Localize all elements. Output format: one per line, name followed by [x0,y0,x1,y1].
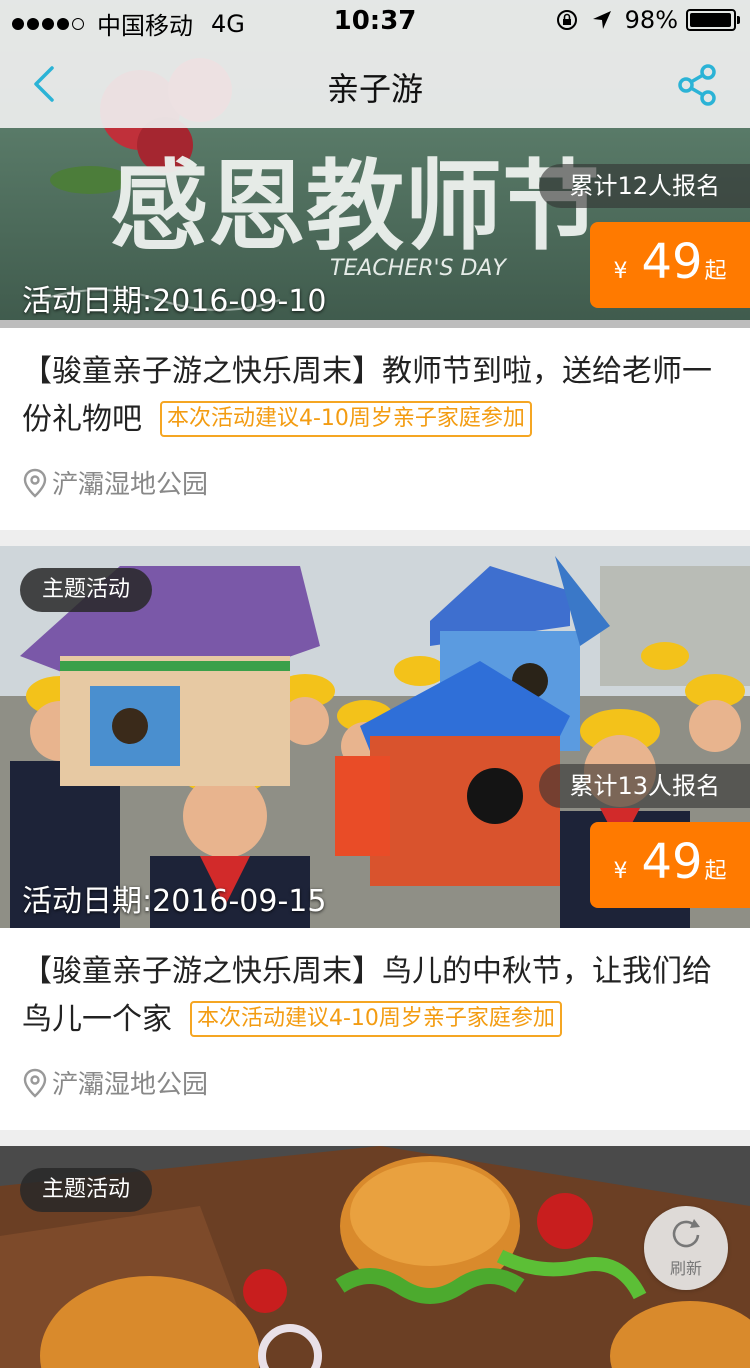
activity-feed: 感恩教师节 TEACHER'S DAY 累计12人报名 ¥ 49 起 活动日期:… [0,0,750,1368]
age-recommendation-tag: 本次活动建议4-10周岁亲子家庭参加 [190,1001,562,1037]
refresh-button[interactable]: 刷新 [644,1206,728,1290]
currency-symbol: ¥ [613,859,628,884]
activity-info: 【骏童亲子游之快乐周末】鸟儿的中秋节，让我们给鸟儿一个家 本次活动建议4-10周岁… [0,928,750,1130]
theme-tag: 主题活动 [20,568,153,612]
activity-photo: 主题活动 [0,1146,750,1368]
battery-icon [686,9,740,31]
activity-location: 浐灞湿地公园 [22,464,728,501]
age-recommendation-tag: 本次活动建议4-10周岁亲子家庭参加 [160,401,532,437]
banner-title-text: 感恩教师节 [110,149,600,264]
price-tag: ¥ 49 起 [590,222,750,308]
currency-symbol: ¥ [613,259,628,284]
activity-location: 浐灞湿地公园 [22,1064,728,1101]
price-tag: ¥ 49 起 [590,822,750,908]
status-bar: 中国移动 4G 10:37 98% [0,0,750,40]
card-divider [0,530,750,546]
refresh-icon [672,1219,700,1248]
location-arrow-icon [592,11,611,29]
price-value: 49 [641,834,703,890]
battery-percent: 98% [624,6,678,34]
activity-card[interactable]: 主题活动 [0,1146,750,1368]
activity-date: 活动日期:2016-09-15 [22,884,327,919]
location-name: 浐灞湿地公园 [52,470,209,500]
card-divider [0,1130,750,1146]
price-suffix: 起 [704,859,727,884]
price-suffix: 起 [704,259,727,284]
theme-tag: 主题活动 [20,1168,153,1212]
registered-count-badge: 累计12人报名 [539,164,750,208]
activity-info: 【骏童亲子游之快乐周末】教师节到啦，送给老师一份礼物吧 本次活动建议4-10周岁亲… [0,328,750,530]
orientation-lock-icon [556,10,577,30]
location-name: 浐灞湿地公园 [52,1070,209,1100]
activity-photo: 主题活动 累计13人报名 ¥ 49 起 活动日期:2016-09-15 [0,546,750,928]
banner-subtitle-text: TEACHER'S DAY [330,256,507,281]
activity-card[interactable]: 主题活动 累计13人报名 ¥ 49 起 活动日期:2016-09-15 【骏童亲… [0,546,750,1146]
activity-title: 【骏童亲子游之快乐周末】教师节到啦，送给老师一份礼物吧 本次活动建议4-10周岁亲… [22,348,728,444]
refresh-label: 刷新 [669,1259,702,1278]
location-pin-icon [23,468,47,498]
registered-count-badge: 累计13人报名 [539,764,750,808]
share-button[interactable] [674,62,720,108]
activity-title: 【骏童亲子游之快乐周末】鸟儿的中秋节，让我们给鸟儿一个家 本次活动建议4-10周岁… [22,948,728,1044]
location-pin-icon [23,1068,47,1098]
activity-date: 活动日期:2016-09-10 [22,284,327,319]
share-icon [678,64,716,106]
price-value: 49 [641,234,703,290]
page-title: 亲子游 [326,70,423,108]
